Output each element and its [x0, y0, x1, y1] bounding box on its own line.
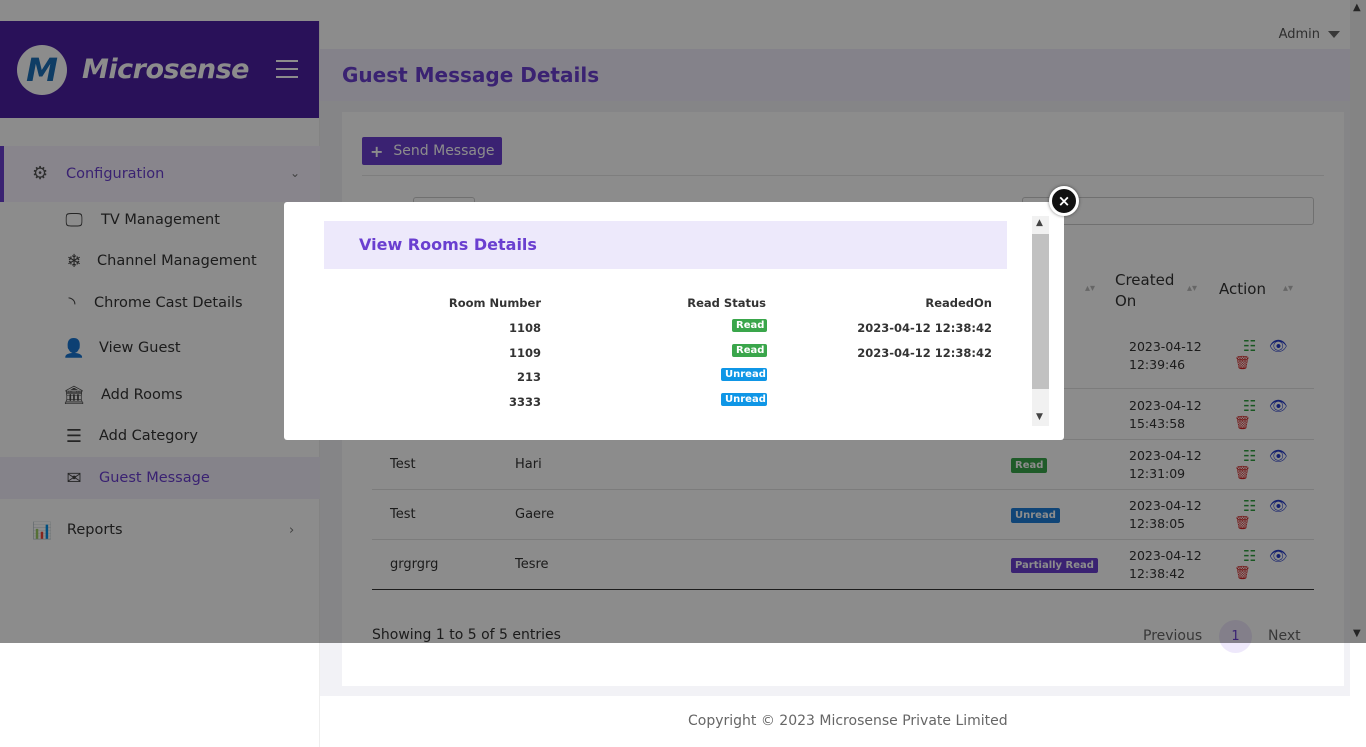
read-status-badge: Unread: [721, 368, 767, 381]
readed-on-cell: 2023-04-12 12:38:42: [857, 346, 992, 360]
room-number-cell: 3333: [508, 395, 541, 409]
read-status-badge: Read: [732, 344, 767, 357]
room-details-modal: View Rooms Details Room Number Read Stat…: [284, 202, 1064, 440]
column-header-room-number: Room Number: [448, 296, 541, 310]
copyright-text: Copyright © 2023 Microsense Private Limi…: [688, 713, 1008, 729]
scroll-up-icon[interactable]: ▲: [1036, 218, 1043, 228]
modal-scrollbar[interactable]: ▲ ▼: [1032, 216, 1049, 426]
scrollbar-thumb[interactable]: [1032, 234, 1049, 389]
column-header-readed-on: ReadedOn: [925, 296, 992, 310]
read-status-badge: Unread: [721, 393, 767, 406]
column-header-read-status: Read Status: [687, 296, 766, 310]
room-number-cell: 213: [516, 370, 541, 384]
read-status-badge: Read: [732, 319, 767, 332]
scroll-down-icon[interactable]: ▼: [1036, 412, 1043, 422]
modal-title: View Rooms Details: [359, 235, 537, 254]
room-number-cell: 1108: [508, 321, 541, 335]
modal-content: View Rooms Details Room Number Read Stat…: [311, 216, 1032, 426]
room-number-cell: 1109: [508, 346, 541, 360]
footer: Copyright © 2023 Microsense Private Limi…: [320, 696, 1350, 747]
modal-header: View Rooms Details: [324, 221, 1007, 269]
close-icon[interactable]: ×: [1049, 186, 1079, 216]
readed-on-cell: 2023-04-12 12:38:42: [857, 321, 992, 335]
